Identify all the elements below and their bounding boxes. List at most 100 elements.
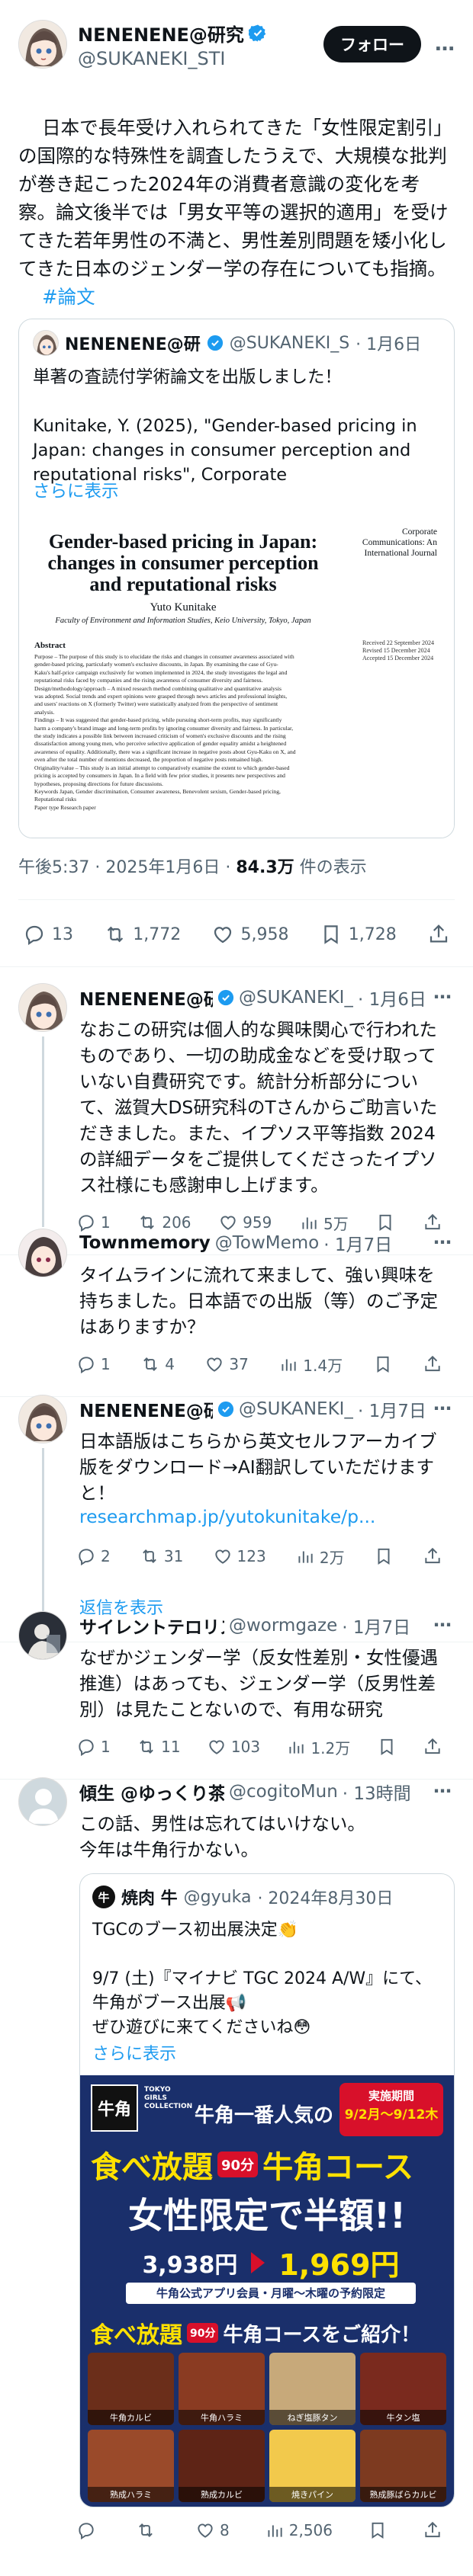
- reply-author-avatar[interactable]: [18, 983, 67, 1032]
- views-count: 1.2万: [311, 1738, 351, 1757]
- reply-author-name[interactable]: 傾生 @ゆっくり茶: [79, 1779, 224, 1805]
- like-icon: [214, 927, 232, 944]
- reply-button[interactable]: 1: [76, 1354, 111, 1374]
- paper-abstract-line: Paper type Research paper: [34, 803, 96, 811]
- verified-badge-icon: [207, 335, 223, 351]
- reply-icon: [76, 1546, 96, 1566]
- quoted-date: · 1月6日: [356, 335, 422, 354]
- bookmark-button[interactable]: [374, 1546, 394, 1566]
- more-icon[interactable]: …: [435, 33, 455, 56]
- reply-count: 1: [101, 1213, 111, 1232]
- reply-text: なおこの研究は個人的な興味関心で行われたものであり、一切の助成金などを受け取って…: [79, 1019, 438, 1196]
- author-handle[interactable]: @SUKANEKI_STI: [78, 48, 323, 69]
- reply-author-handle[interactable]: @wormgaze: [229, 1616, 337, 1636]
- share-button[interactable]: [427, 923, 450, 946]
- quoted-post[interactable]: 牛焼肉 牛 @gyuka · 2024年8月30日 TGCのブース初出展決定👏 9/7…: [79, 1873, 455, 2507]
- reply-author-name[interactable]: Townmemory: [79, 1233, 211, 1253]
- follow-button[interactable]: フォロー: [323, 26, 421, 62]
- author-name[interactable]: NENENENE@研究: [78, 20, 244, 46]
- hashtag-link[interactable]: #論文: [42, 286, 95, 308]
- views-label: 件の表示: [294, 858, 367, 877]
- more-icon[interactable]: …: [433, 1227, 452, 1248]
- share-button[interactable]: [423, 1354, 442, 1374]
- reply-author-avatar[interactable]: [18, 1777, 67, 1826]
- quoted-author-name: 焼肉 牛: [121, 1889, 178, 1908]
- reply-actions: 2 31 123 2万: [76, 1544, 442, 1568]
- paper-abstract-heading: Abstract: [34, 641, 66, 650]
- reply-author-handle[interactable]: @SUKANEKI_: [239, 1399, 353, 1419]
- reply-icon: [25, 925, 43, 945]
- reply-author-handle[interactable]: @cogitoMun: [229, 1782, 338, 1802]
- food-label: 熟成豚ばらカルビ: [360, 2487, 446, 2502]
- reply-date[interactable]: · 1月7日: [342, 1613, 410, 1639]
- views-button[interactable]: 2,506: [265, 2520, 333, 2540]
- food-photo: 牛角カルビ: [88, 2353, 174, 2425]
- repost-button[interactable]: 11: [137, 1737, 181, 1757]
- like-button[interactable]: 103: [207, 1737, 260, 1757]
- views-button[interactable]: 1.4万: [278, 1354, 343, 1376]
- repost-button[interactable]: 31: [140, 1546, 183, 1566]
- repost-button[interactable]: [136, 2520, 160, 2540]
- more-icon[interactable]: …: [433, 1610, 452, 1631]
- bookmark-button[interactable]: [377, 1737, 397, 1757]
- reply-author-avatar[interactable]: [18, 1611, 67, 1660]
- more-icon[interactable]: …: [433, 1393, 452, 1415]
- main-post-text: 日本で長年受け入れられてきた「女性限定割引」の国際的な特殊性を調査したうえで、大…: [18, 85, 455, 339]
- reply-author-handle[interactable]: @SUKANEKI_: [239, 988, 353, 1008]
- share-button[interactable]: [423, 1737, 442, 1757]
- like-button[interactable]: 5,958: [211, 923, 288, 946]
- reply-date[interactable]: · 1月7日: [358, 1396, 426, 1422]
- share-icon: [423, 1354, 442, 1374]
- reply-button[interactable]: [76, 2520, 101, 2540]
- share-button[interactable]: [423, 1546, 442, 1566]
- reply-button[interactable]: 2: [76, 1546, 111, 1566]
- reply-text: なぜかジェンダー学（反女性差別・女性優遇推進）はあっても、ジェンダー学（反男性差…: [79, 1647, 438, 1720]
- views-button[interactable]: 1.2万: [286, 1736, 350, 1758]
- more-icon[interactable]: …: [433, 982, 452, 1003]
- reply-button[interactable]: 1: [76, 1737, 111, 1757]
- brand-logo: 牛角: [91, 2084, 138, 2132]
- reply-author-name[interactable]: NENENENE@研: [79, 985, 213, 1011]
- paper-abstract-line: even after the total number of mentions …: [34, 756, 263, 764]
- bookmark-button[interactable]: [368, 2520, 388, 2540]
- repost-button[interactable]: 1,772: [104, 923, 181, 946]
- reply-author-handle[interactable]: @TowMemo: [215, 1233, 320, 1253]
- quoted-date: · 2024年8月30日: [257, 1889, 394, 1908]
- share-button[interactable]: [423, 2520, 442, 2540]
- reply-link[interactable]: researchmap.jp/yutokunitake/p...: [79, 1506, 375, 1527]
- food-label: 焼きパイン: [269, 2487, 356, 2502]
- paper-abstract-line: was adopted. Social trends and expert op…: [34, 693, 288, 700]
- post-timestamp[interactable]: 午後5:37 · 2025年1月6日 ·: [18, 858, 236, 877]
- reply-author-name[interactable]: サイレントテロリス: [79, 1613, 224, 1639]
- repost-button[interactable]: 4: [140, 1354, 175, 1374]
- reply-header: Townmemory @TowMemo · 1月7日: [79, 1230, 438, 1256]
- reply-text: 日本語版はこちらから英文セルフアーカイブ版をダウンロード→AI翻訳していただけま…: [79, 1431, 437, 1504]
- reply-author-name[interactable]: NENENENE@研: [79, 1396, 213, 1422]
- paper-revised: Revised 15 December 2024: [362, 647, 430, 654]
- reply-date[interactable]: · 1月7日: [323, 1230, 392, 1256]
- repost-count: 31: [163, 1547, 184, 1565]
- more-icon[interactable]: …: [433, 1776, 452, 1797]
- quoted-show-more[interactable]: さらに表示: [33, 478, 119, 502]
- like-count: 123: [236, 1547, 266, 1565]
- paper-image[interactable]: Gender-based pricing in Japan: changes i…: [19, 508, 454, 838]
- banner-headline-row: 食べ放題 90分 牛角コース: [91, 2142, 449, 2187]
- reply-date[interactable]: · 13時間: [343, 1779, 411, 1805]
- quoted-post[interactable]: NENENENE@研 @SUKANEKI_S · 1月6日 単著の査読付学術論文…: [18, 319, 455, 838]
- bookmark-button[interactable]: 1,728: [320, 923, 397, 946]
- reply-button[interactable]: 13: [23, 923, 73, 946]
- views-count: 2万: [319, 1548, 345, 1567]
- reply-date[interactable]: · 1月6日: [358, 985, 426, 1011]
- like-button[interactable]: 8: [195, 2520, 230, 2540]
- reply-author-avatar[interactable]: [18, 1395, 67, 1443]
- reply-author-avatar[interactable]: [18, 1229, 67, 1277]
- repost-icon: [140, 1354, 160, 1374]
- like-button[interactable]: 37: [204, 1354, 249, 1374]
- bookmark-button[interactable]: [373, 1354, 393, 1374]
- food-photo: 牛角ハラミ: [179, 2353, 265, 2425]
- author-avatar[interactable]: [18, 20, 67, 69]
- views-button[interactable]: 2万: [295, 1546, 345, 1568]
- like-button[interactable]: 123: [213, 1546, 266, 1566]
- quoted-show-more[interactable]: さらに表示: [92, 2040, 176, 2065]
- campaign-banner-image[interactable]: 牛角 TOKYO GIRLS COLLECTION 実施期間 9/2月〜9/12木 牛角…: [80, 2075, 454, 2507]
